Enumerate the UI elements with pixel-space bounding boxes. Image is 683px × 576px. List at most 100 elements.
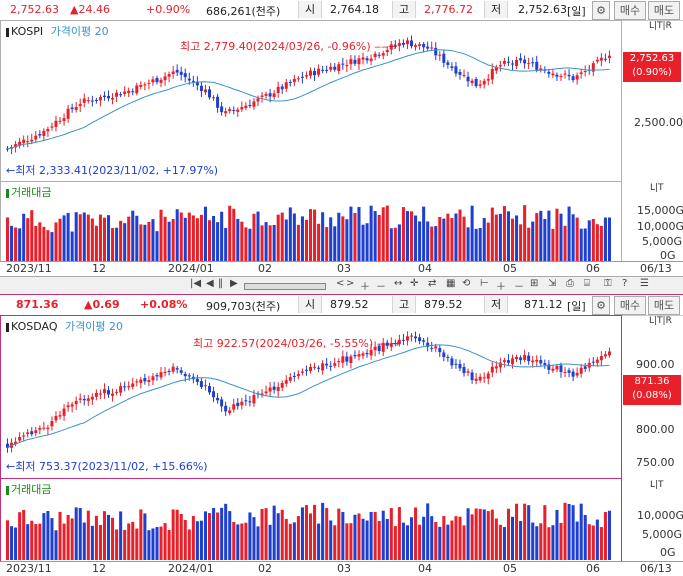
candle-body bbox=[345, 65, 349, 67]
chart-scroll-toolbar[interactable]: |◀ ◀ ‖ ▶ < > ＋ － ↔ ✛ ⇄ ▦ ⟲ ⊢ ＋ － ⊞ ⇲ ⎙ ⌸… bbox=[0, 276, 683, 295]
candle-body bbox=[123, 91, 127, 94]
volume-bar bbox=[131, 210, 135, 261]
candle-body bbox=[377, 54, 381, 56]
volume-bar bbox=[119, 220, 123, 261]
candle-body bbox=[280, 383, 284, 388]
candle-body bbox=[414, 336, 418, 339]
volume-bar bbox=[208, 220, 212, 261]
help-icon[interactable]: ? bbox=[622, 278, 627, 289]
volume-bar bbox=[385, 205, 389, 261]
volume-bar bbox=[535, 213, 539, 261]
candle-body bbox=[365, 58, 369, 61]
candle-body bbox=[18, 437, 22, 441]
kosdaq-axis-750: 750.00 bbox=[636, 456, 675, 469]
step-right-icon[interactable]: > bbox=[346, 278, 354, 289]
volume-bar bbox=[434, 226, 438, 261]
tool-minus-icon[interactable]: － bbox=[514, 278, 524, 293]
candle-body bbox=[511, 63, 514, 65]
kospi-volume-bars bbox=[6, 205, 611, 261]
volume-bar bbox=[147, 221, 151, 261]
candle-body bbox=[26, 432, 30, 434]
volume-bar bbox=[523, 503, 527, 560]
volume-bar bbox=[494, 214, 498, 261]
layout-icon[interactable]: ⊞ bbox=[530, 278, 538, 289]
volume-bar bbox=[62, 215, 66, 261]
candle-body bbox=[603, 58, 607, 60]
volume-bar bbox=[183, 520, 187, 560]
time-label: 02 bbox=[258, 562, 272, 575]
panel-tag-ltr[interactable]: L|T|R bbox=[649, 316, 672, 326]
save-icon[interactable]: ⌸ bbox=[584, 278, 590, 289]
volume-bar bbox=[199, 520, 203, 560]
candle-body bbox=[74, 107, 78, 110]
candle-body bbox=[127, 386, 131, 388]
volume-bar bbox=[260, 225, 264, 261]
scroll-slider[interactable] bbox=[244, 283, 326, 290]
candle-body bbox=[288, 82, 292, 84]
volume-bar bbox=[46, 511, 50, 560]
options-icon[interactable]: ☰ bbox=[640, 278, 649, 289]
candle-body bbox=[321, 363, 325, 371]
panel-tag-lt[interactable]: L|T bbox=[650, 183, 664, 193]
candle-body bbox=[575, 372, 579, 376]
crosshair-icon[interactable]: ✛ bbox=[410, 278, 418, 289]
candle-body bbox=[397, 339, 401, 345]
zoom-in-icon[interactable]: ＋ bbox=[360, 278, 370, 293]
toggle-icon[interactable]: ⇄ bbox=[428, 278, 436, 289]
pan-icon[interactable]: ↔ bbox=[394, 278, 402, 289]
tool-plus-icon[interactable]: ＋ bbox=[496, 278, 506, 293]
volume-bar bbox=[458, 209, 462, 261]
candle-body bbox=[86, 100, 90, 102]
candle-body bbox=[583, 71, 587, 73]
volume-bar bbox=[579, 228, 583, 261]
expand-icon[interactable]: ⇲ bbox=[548, 278, 556, 289]
settings-gear-icon[interactable]: ⚙ bbox=[592, 1, 610, 20]
kospi-low: 2,752.63 bbox=[518, 3, 567, 16]
candle-body bbox=[139, 379, 143, 383]
play-forward-icon[interactable]: ▶ bbox=[230, 278, 238, 289]
zoom-out-icon[interactable]: － bbox=[376, 278, 386, 293]
sell-button[interactable]: 매도 bbox=[648, 1, 680, 20]
candle-body bbox=[147, 380, 151, 383]
candle-body bbox=[418, 44, 422, 46]
candle-body bbox=[208, 89, 211, 98]
candle-body bbox=[212, 97, 216, 99]
ruler-icon[interactable]: ⊢ bbox=[480, 278, 489, 289]
candle-body bbox=[296, 78, 300, 80]
kosdaq-price: 871.36 bbox=[16, 298, 59, 311]
reset-icon[interactable]: ⟲ bbox=[462, 278, 470, 289]
lock-icon[interactable]: ⚿ bbox=[604, 278, 612, 289]
settings-gear-icon[interactable]: ⚙ bbox=[592, 296, 610, 315]
panel-tag-lt[interactable]: L|T bbox=[650, 480, 664, 490]
buy-button[interactable]: 매수 bbox=[614, 1, 646, 20]
candle-body bbox=[42, 427, 46, 429]
candle-body bbox=[216, 397, 220, 401]
candle-body bbox=[567, 74, 571, 77]
volume-bar bbox=[228, 205, 232, 261]
play-back-icon[interactable]: ◀ bbox=[206, 278, 214, 289]
panel-tag-ltr[interactable]: L|T|R bbox=[649, 21, 672, 31]
pause-icon[interactable]: ‖ bbox=[218, 278, 223, 289]
volume-bar bbox=[70, 518, 74, 560]
period-selector[interactable]: [일] bbox=[567, 298, 586, 314]
volume-bar bbox=[543, 505, 547, 560]
print-icon[interactable]: ⎙ bbox=[566, 278, 574, 289]
volume-bar bbox=[575, 521, 579, 560]
kospi-change: ▲24.46 bbox=[70, 3, 110, 16]
grid-icon[interactable]: ▦ bbox=[446, 278, 455, 289]
step-left-icon[interactable]: < bbox=[336, 278, 344, 289]
volume-bar bbox=[30, 520, 34, 560]
volume-bar bbox=[70, 231, 74, 261]
sell-button[interactable]: 매도 bbox=[648, 296, 680, 315]
time-label: 02 bbox=[258, 262, 272, 275]
volume-bar bbox=[470, 205, 474, 261]
buy-button[interactable]: 매수 bbox=[614, 296, 646, 315]
kosdaq-high: 879.52 bbox=[424, 298, 463, 311]
candle-body bbox=[252, 394, 256, 404]
candle-body bbox=[127, 90, 131, 94]
volume-bar bbox=[98, 525, 102, 560]
first-page-icon[interactable]: |◀ bbox=[190, 278, 201, 289]
candle-body bbox=[82, 398, 86, 401]
candle-body bbox=[393, 45, 397, 47]
period-selector[interactable]: [일] bbox=[567, 3, 586, 19]
